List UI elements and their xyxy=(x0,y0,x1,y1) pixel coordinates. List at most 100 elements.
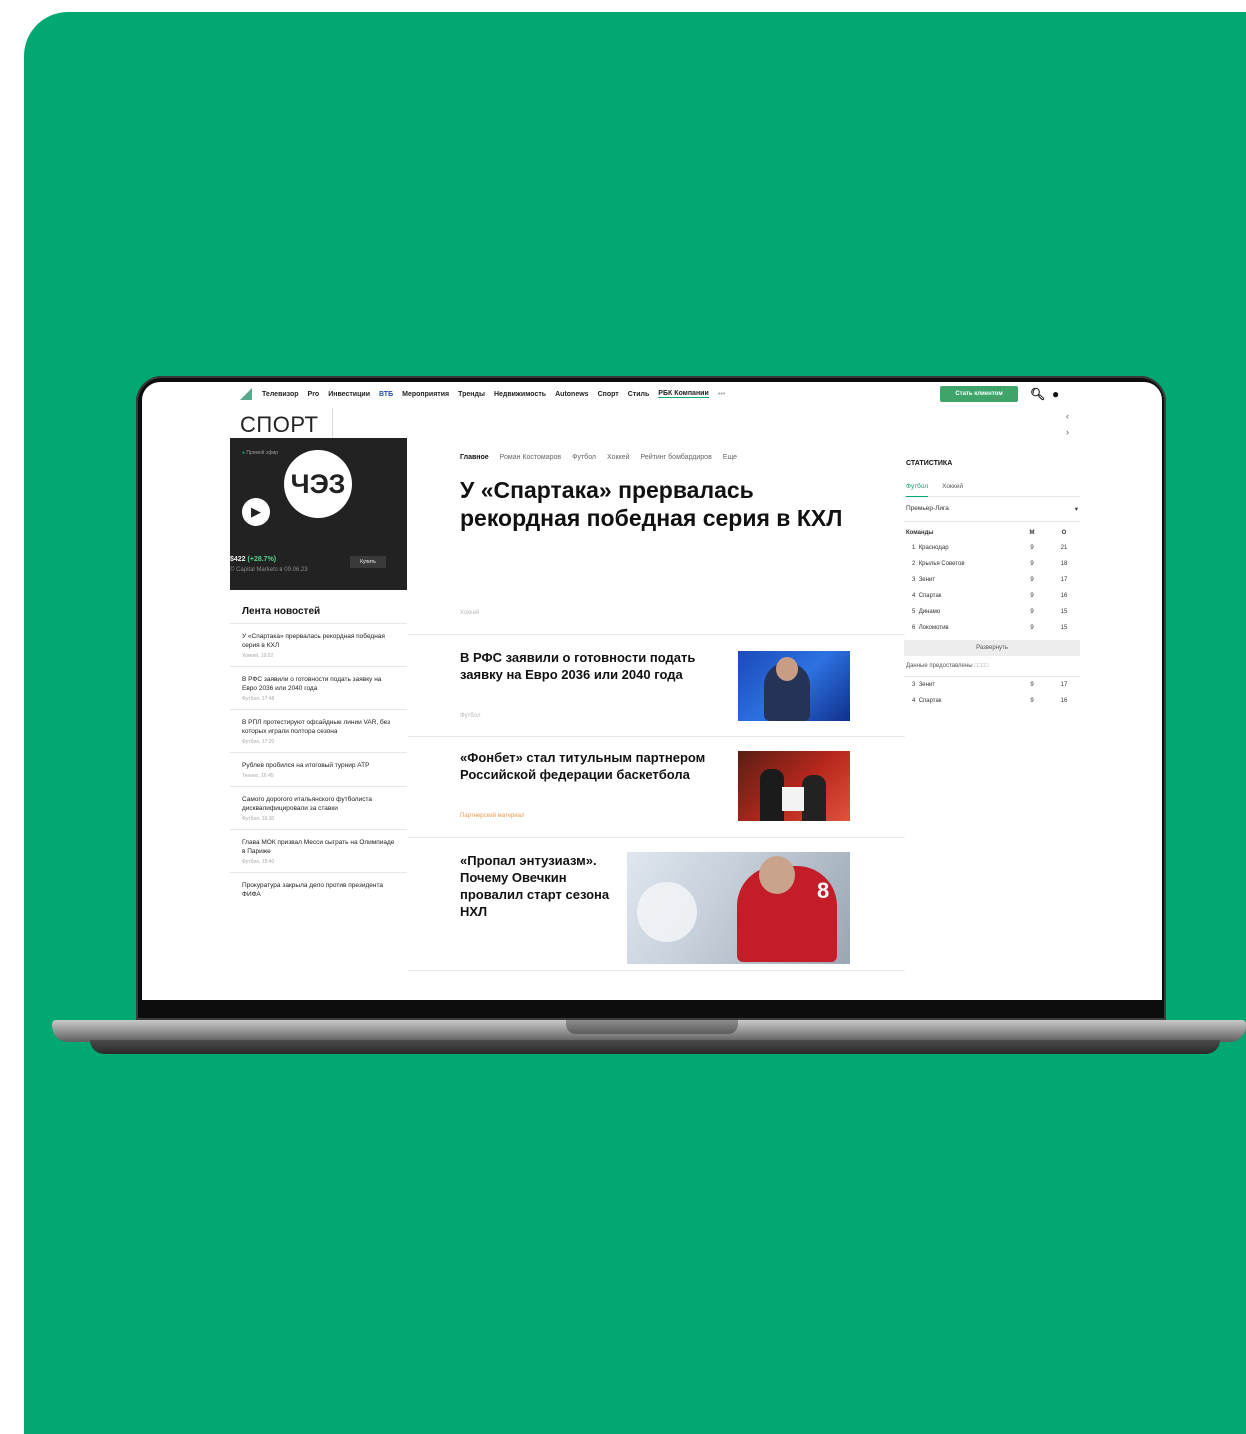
feed-item-title[interactable]: В РПЛ протестируют офсайдные линии VAR, … xyxy=(242,718,395,736)
feed-item[interactable]: В РФС заявили о готовности подать заявку… xyxy=(230,666,407,709)
become-client-button[interactable]: Стать клиентом xyxy=(940,386,1018,402)
tab-football[interactable]: Футбол xyxy=(572,454,596,461)
feed-item-title[interactable]: Глава МОК призвал Месси сыграть на Олимп… xyxy=(242,838,395,856)
nav-item-investments[interactable]: Инвестиции xyxy=(328,391,370,398)
table-row[interactable]: 4 Спартак 9 16 xyxy=(904,588,1080,604)
article-image[interactable]: 8 xyxy=(627,852,850,964)
league-select-value: Премьер-Лига xyxy=(906,505,949,512)
table-row[interactable]: 5 Динамо 9 15 xyxy=(904,604,1080,620)
article-card[interactable]: «Фонбет» стал титульным партнером Россий… xyxy=(408,736,905,837)
feed-item[interactable]: В РПЛ протестируют офсайдные линии VAR, … xyxy=(230,709,407,752)
buy-button[interactable]: Купить xyxy=(350,556,386,568)
video-player[interactable]: Прямой эфир ▶ ЧЭЗ $422 (+28.7%) © Capita… xyxy=(230,438,407,590)
nav-item-companies[interactable]: РБК Компании xyxy=(658,390,709,398)
team-cell: 6 Локомотив xyxy=(912,625,949,631)
feed-item-meta: Футбол, 17:48 xyxy=(242,696,275,702)
photo-figure xyxy=(802,775,826,821)
table-row[interactable]: 4 Спартак 9 16 xyxy=(904,693,1080,709)
table-row[interactable]: 6 Локомотив 9 15 xyxy=(904,620,1080,636)
matches-cell: 9 xyxy=(1030,625,1034,631)
photo-figure xyxy=(760,769,784,821)
table-row[interactable]: 1 Краснодар 9 21 xyxy=(904,540,1080,556)
nav-item-autonews[interactable]: Autonews xyxy=(555,391,588,398)
nav-item-trends[interactable]: Тренды xyxy=(458,391,485,398)
tab-kostomarov[interactable]: Роман Костомаров xyxy=(500,454,561,461)
points-cell: 16 xyxy=(1060,593,1068,599)
nav-item-sport[interactable]: Спорт xyxy=(598,391,619,398)
tab-stats-football[interactable]: Футбол xyxy=(906,483,929,497)
nav-item-tv[interactable]: Телевизор xyxy=(262,391,299,398)
tab-scorers[interactable]: Рейтинг бомбардиров xyxy=(641,454,712,461)
nav-item-pro[interactable]: Pro xyxy=(308,391,320,398)
feed-item-title[interactable]: Рублев пробился на итоговый турнир ATP xyxy=(242,761,395,770)
table-row[interactable]: 3 Зенит 9 17 xyxy=(904,677,1080,693)
league-select[interactable]: Премьер-Лига ▾ xyxy=(904,497,1080,522)
matches-cell: 9 xyxy=(1030,545,1034,551)
ticker-change: (+28.7%) xyxy=(247,556,277,563)
photo-number: 8 xyxy=(817,878,830,903)
chevron-up-icon[interactable]: ‹ xyxy=(1066,408,1069,424)
article-image[interactable] xyxy=(738,751,850,821)
article-title[interactable]: В РФС заявили о готовности подать заявку… xyxy=(460,649,730,683)
data-provider-label: Данные предоставлены xyxy=(906,663,973,669)
matches-cell: 9 xyxy=(1030,682,1034,688)
nav-item-realty[interactable]: Недвижимость xyxy=(494,391,546,398)
stats-tabs: Футбол Хоккей xyxy=(904,477,1080,497)
article-card[interactable]: «Пропал энтузиазм». Почему Овечкин прова… xyxy=(408,837,905,970)
tab-hockey[interactable]: Хоккей xyxy=(607,454,630,461)
points-cell: 18 xyxy=(1060,561,1068,567)
data-provider-logo[interactable]: □□□□ xyxy=(974,663,989,669)
feed-item-title[interactable]: У «Спартака» прервалась рекордная победн… xyxy=(242,632,395,650)
feed-item[interactable]: Самого дорогого итальянского футболиста … xyxy=(230,786,407,829)
article-card[interactable] xyxy=(408,970,905,1000)
ticker-price: $422 (+28.7%) xyxy=(230,556,276,563)
nav-item-style[interactable]: Стиль xyxy=(628,391,650,398)
matches-cell: 9 xyxy=(1030,577,1034,583)
team-cell: 1 Краснодар xyxy=(912,545,949,551)
expand-button[interactable]: Развернуть xyxy=(904,640,1080,656)
points-cell: 17 xyxy=(1060,682,1068,688)
title-divider xyxy=(332,408,333,438)
play-icon[interactable]: ▶ xyxy=(242,498,270,526)
article-rubric: Партнерский материал xyxy=(460,813,525,819)
chevron-down-icon: ▾ xyxy=(1074,506,1078,513)
laptop-screen: Телевизор Pro Инвестиции ВТБ Мероприятия… xyxy=(142,382,1162,1000)
feed-item[interactable]: Прокуратура закрыла дело против президен… xyxy=(230,872,407,906)
column-header-team: Команды xyxy=(906,530,934,536)
table-row[interactable]: 3 Зенит 9 17 xyxy=(904,572,1080,588)
scroll-arrows[interactable]: ‹ › xyxy=(1066,408,1069,440)
search-icon[interactable]: 🔍︎ xyxy=(1030,387,1045,401)
laptop-notch xyxy=(566,1020,738,1034)
chevron-down-icon[interactable]: › xyxy=(1066,424,1069,440)
feed-item-title[interactable]: Прокуратура закрыла дело против президен… xyxy=(242,881,395,899)
article-card[interactable]: В РФС заявили о готовности подать заявку… xyxy=(408,634,905,736)
feed-item[interactable]: У «Спартака» прервалась рекордная победн… xyxy=(230,623,407,666)
feed-item[interactable]: Глава МОК призвал Месси сыграть на Олимп… xyxy=(230,829,407,872)
feed-item-title[interactable]: В РФС заявили о готовности подать заявку… xyxy=(242,675,395,693)
tab-main[interactable]: Главное xyxy=(460,454,489,461)
main-headline[interactable]: У «Спартака» прервалась рекордная победн… xyxy=(460,476,856,532)
user-icon[interactable]: ● xyxy=(1052,387,1059,401)
points-cell: 21 xyxy=(1060,545,1068,551)
rbc-logo[interactable] xyxy=(240,388,252,400)
tab-stats-hockey[interactable]: Хоккей xyxy=(942,483,963,490)
article-title[interactable]: «Фонбет» стал титульным партнером Россий… xyxy=(460,749,730,783)
photo-face xyxy=(776,657,798,681)
feed-item[interactable]: Рублев пробился на итоговый турнир ATP Т… xyxy=(230,752,407,786)
photo-jersey xyxy=(782,787,804,811)
nav-item-vtb[interactable]: ВТБ xyxy=(379,391,393,398)
feed-item-meta: Хоккей, 19:02 xyxy=(242,653,274,659)
statistics-title: СТАТИСТИКА xyxy=(906,460,953,467)
table-row[interactable]: 2 Крылья Советов 9 18 xyxy=(904,556,1080,572)
article-rubric: Футбол xyxy=(460,713,481,719)
nav-more-icon[interactable]: ••• xyxy=(718,391,725,398)
article-title[interactable]: «Пропал энтузиазм». Почему Овечкин прова… xyxy=(460,852,620,920)
article-image[interactable] xyxy=(738,651,850,721)
team-cell: 5 Динамо xyxy=(912,609,941,615)
table-header: Команды М О xyxy=(904,526,1080,540)
nav-item-events[interactable]: Мероприятия xyxy=(402,391,449,398)
live-label: Прямой эфир xyxy=(242,450,278,456)
tab-more[interactable]: Еще xyxy=(723,454,737,461)
feed-item-meta: Футбол, 15:40 xyxy=(242,859,275,865)
feed-item-title[interactable]: Самого дорогого итальянского футболиста … xyxy=(242,795,395,813)
